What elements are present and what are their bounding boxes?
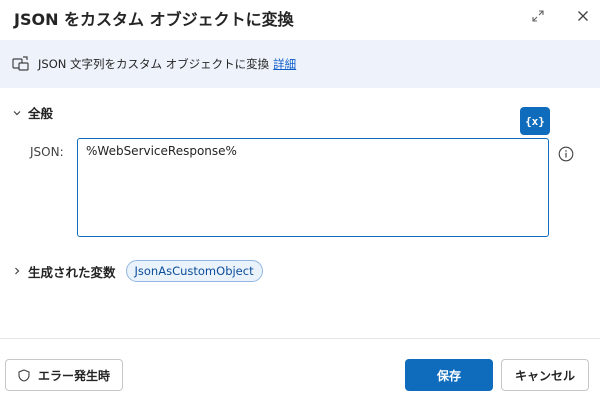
info-text: JSON 文字列をカスタム オブジェクトに変換 詳細 [38,56,296,72]
expand-icon [532,10,544,22]
chevron-right-icon [15,267,20,275]
details-link[interactable]: 詳細 [273,57,296,71]
chevron-down-icon [13,110,21,115]
on-error-button[interactable]: エラー発生時 [5,359,123,391]
close-icon [578,11,588,21]
info-bar: JSON 文字列をカスタム オブジェクトに変換 詳細 [0,40,600,88]
footer-divider [0,338,600,339]
info-description: JSON 文字列をカスタム オブジェクトに変換 [38,57,270,71]
produced-variables-label: 生成された変数 [28,264,116,280]
dialog-title: JSON をカスタム オブジェクトに変換 [14,10,294,29]
section-general-label: 全般 [28,106,54,121]
variable-pill[interactable]: JsonAsCustomObject [125,260,263,282]
expand-button[interactable] [526,5,550,27]
json-input[interactable]: %WebServiceResponse% [77,138,549,237]
convert-icon [12,56,29,71]
cancel-button[interactable]: キャンセル [501,359,589,391]
shield-icon [18,368,30,382]
save-button[interactable]: 保存 [405,359,493,391]
produced-variables-toggle[interactable]: 生成された変数 JsonAsCustomObject [12,260,263,282]
close-button[interactable] [571,5,595,27]
on-error-label: エラー発生時 [37,368,110,383]
info-icon[interactable] [558,146,574,162]
json-field-label: JSON: [30,145,64,159]
section-general-toggle[interactable]: 全般 [12,103,53,122]
insert-variable-button[interactable]: {x} [520,107,550,135]
